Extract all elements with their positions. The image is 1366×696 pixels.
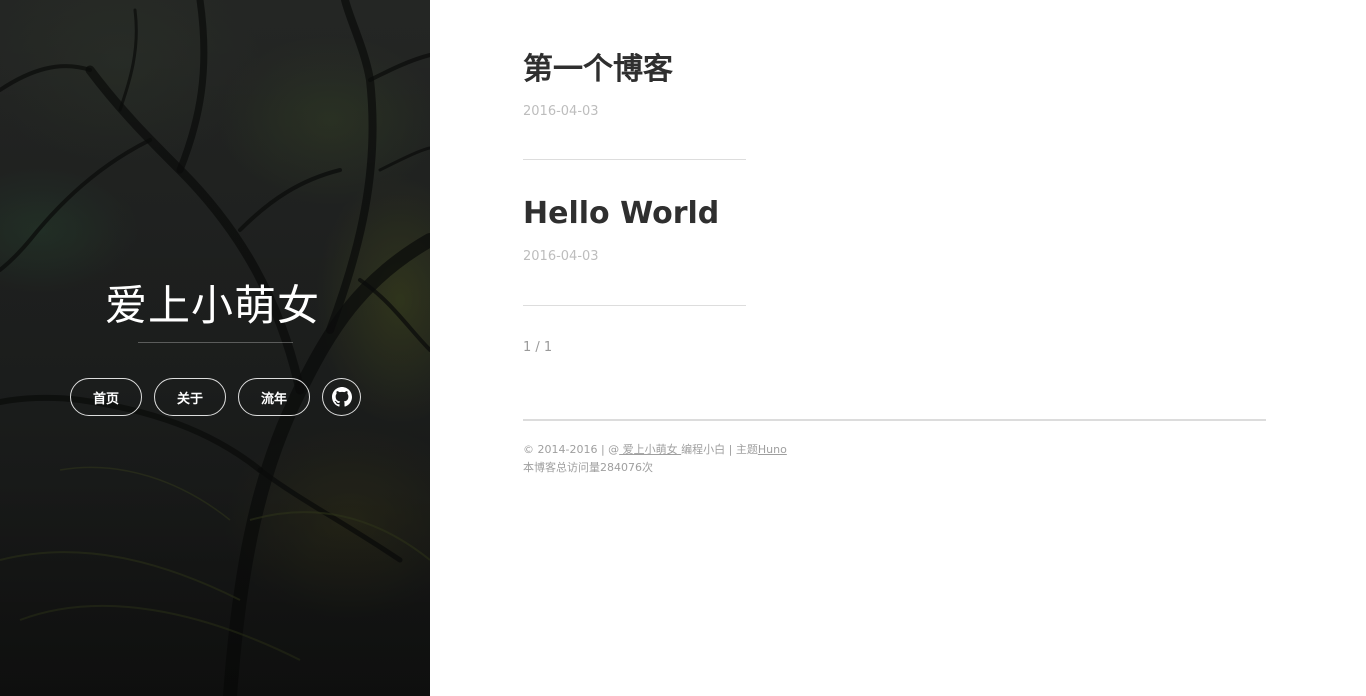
footer-divider xyxy=(523,419,1266,421)
footer-theme-link[interactable]: Huno xyxy=(758,443,787,456)
post-item: 第一个博客 xyxy=(523,52,923,88)
footer-author-suffix: 编程小白 | 主题 xyxy=(681,443,758,456)
site-title: 爱上小萌女 xyxy=(104,281,320,330)
footer: © 2014-2016 | @ 爱上小萌女 编程小白 | 主题Huno 本博客总… xyxy=(523,441,787,477)
post-item: Hello World xyxy=(523,196,923,232)
github-icon xyxy=(331,387,352,407)
post-title[interactable]: 第一个博客 xyxy=(523,52,923,88)
pagination: 1 / 1 xyxy=(523,340,553,355)
github-button[interactable] xyxy=(322,378,361,416)
post-title[interactable]: Hello World xyxy=(523,196,923,232)
nav-home-button[interactable]: 首页 xyxy=(70,378,142,416)
post-divider xyxy=(523,159,746,160)
nav-about-button[interactable]: 关于 xyxy=(154,378,226,416)
footer-author-link[interactable]: 爱上小萌女 xyxy=(619,443,681,456)
post-divider xyxy=(523,305,746,306)
post-date: 2016-04-03 xyxy=(523,104,599,119)
post-date: 2016-04-03 xyxy=(523,249,599,264)
footer-copyright: © 2014-2016 | @ xyxy=(523,443,620,456)
footer-credits: © 2014-2016 | @ 爱上小萌女 编程小白 | 主题Huno xyxy=(523,441,787,459)
hero-nav: 首页 关于 流年 xyxy=(70,378,361,416)
title-divider xyxy=(138,342,293,343)
footer-visit-count: 本博客总访问量284076次 xyxy=(523,461,653,474)
main-content: 第一个博客 2016-04-03 Hello World 2016-04-03 … xyxy=(523,0,1266,696)
hero-background-image xyxy=(0,0,430,696)
hero-panel: 爱上小萌女 首页 关于 流年 xyxy=(0,0,430,696)
page: 爱上小萌女 首页 关于 流年 第一个博客 2016-04-03 Hello Wo… xyxy=(0,0,1366,696)
nav-archive-button[interactable]: 流年 xyxy=(238,378,310,416)
